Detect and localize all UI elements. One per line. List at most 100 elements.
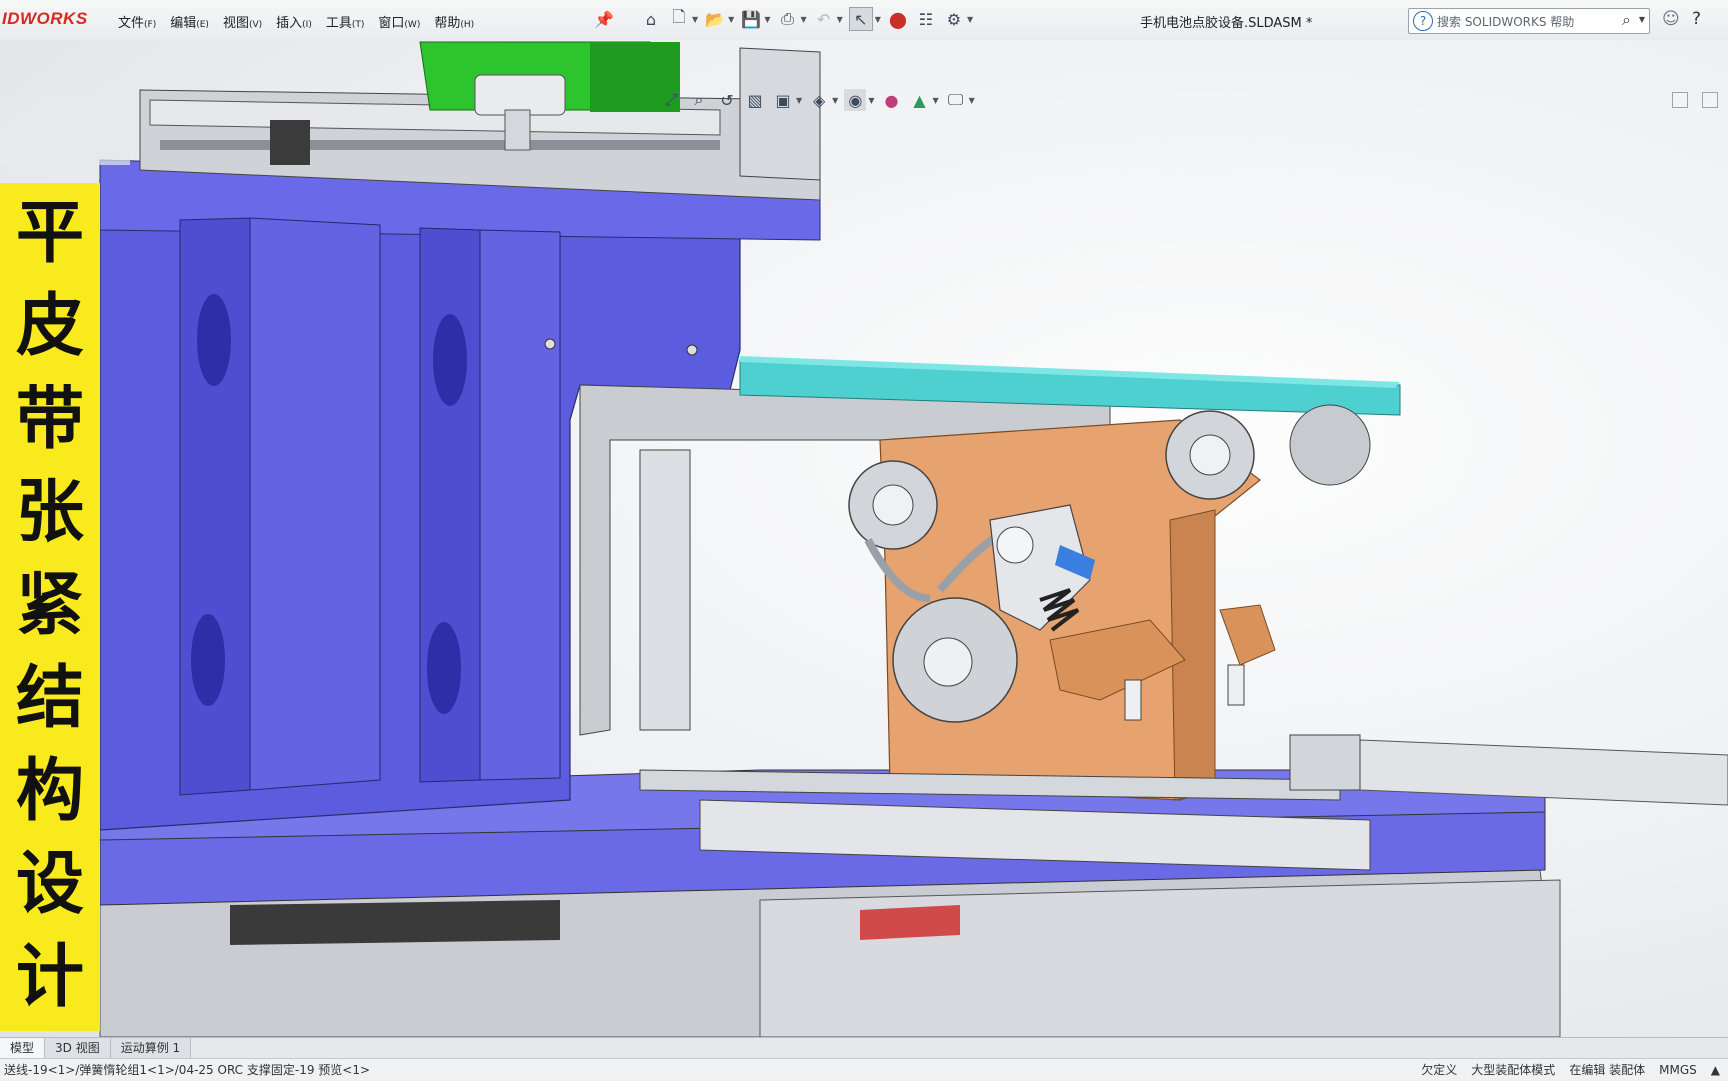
display-style-dropdown-icon[interactable]: ▼ [832, 96, 838, 105]
print-icon[interactable]: ⎙ [776, 8, 798, 30]
bolt-hole [433, 314, 467, 406]
status-large-assembly: 大型装配体模式 [1471, 1063, 1556, 1077]
file-properties-icon[interactable]: ☷ [915, 8, 937, 30]
zoom-area-icon[interactable]: ⌕ [688, 89, 710, 111]
undo-icon[interactable]: ↶ [813, 8, 835, 30]
select-dropdown-icon[interactable]: ▼ [875, 15, 881, 24]
caption-char: 设 [15, 845, 84, 924]
stop-block [1219, 604, 1276, 666]
rebuild-traffic-light-icon[interactable]: ⬤ [887, 8, 909, 30]
view-settings-dropdown-icon[interactable]: ▼ [969, 96, 975, 105]
menu-file[interactable]: 文件(F) [118, 12, 156, 31]
options-dropdown-icon[interactable]: ▼ [967, 15, 973, 24]
green-block-stem [504, 109, 531, 151]
status-editing: 在编辑 装配体 [1569, 1063, 1646, 1077]
feature-manager-flyout[interactable] [0, 95, 130, 165]
open-folder-icon[interactable]: 📂 [704, 8, 726, 30]
help-icon[interactable]: ? [1692, 9, 1701, 29]
gray-frame-inner [639, 449, 691, 731]
home-icon[interactable]: ⌂ [640, 8, 662, 30]
idler-pulley-left-hub [872, 484, 914, 526]
caption-char: 构 [15, 752, 84, 831]
view-orientation-dropdown-icon[interactable]: ▼ [796, 96, 802, 105]
caption-char: 结 [15, 659, 84, 738]
search-input[interactable]: 搜索 SOLIDWORKS 帮助 [1437, 13, 1574, 30]
solidworks-logo[interactable]: IDWORKS [0, 9, 88, 31]
display-style-icon[interactable]: ◈ [808, 89, 830, 111]
status-bar: 送线-19<1>/弹簧惰轮组1<1>/04-25 ORC 支撑固定-19 预览<… [0, 1058, 1728, 1081]
hide-show-dropdown-icon[interactable]: ▼ [868, 96, 874, 105]
rail-block [270, 120, 310, 165]
heads-up-view-toolbar: ⤢ ⌕ ↺ ▧ ▣ ▼ ◈ ▼ ◉ ▼ ● ▲ ▼ 🖵 ▼ [660, 86, 975, 114]
status-selection-path: 送线-19<1>/弹簧惰轮组1<1>/04-25 ORC 支撑固定-19 预览<… [4, 1063, 371, 1077]
bolt-hole [191, 614, 225, 706]
assembly-model[interactable] [0, 40, 1728, 1037]
units-up-icon[interactable]: ▲ [1711, 1059, 1720, 1081]
options-gear-icon[interactable]: ⚙ [943, 8, 965, 30]
menu-help[interactable]: 帮助(H) [434, 12, 474, 31]
caption-char: 带 [15, 380, 84, 459]
idler-pulley-right-hub [1189, 434, 1231, 476]
caption-char: 皮 [15, 287, 84, 366]
tension-arm-pivot [996, 526, 1034, 564]
menu-view[interactable]: 视图(V) [223, 12, 262, 31]
status-underdefined: 欠定义 [1421, 1063, 1458, 1077]
previous-view-icon[interactable]: ↺ [716, 89, 738, 111]
menu-edit[interactable]: 编辑(E) [170, 12, 209, 31]
caption-char: 紧 [15, 566, 84, 645]
graphics-area[interactable]: ⤢ ⌕ ↺ ▧ ▣ ▼ ◈ ▼ ◉ ▼ ● ▲ ▼ 🖵 ▼ 平 皮 带 张 紧 结 构 设… [0, 40, 1728, 1037]
search-dropdown-icon[interactable]: ▼ [1639, 15, 1645, 24]
maximize-window-icon[interactable] [1702, 92, 1718, 108]
view-settings-icon[interactable]: 🖵 [945, 89, 967, 111]
view-orientation-icon[interactable]: ▣ [772, 89, 794, 111]
menu-insert[interactable]: 插入(I) [276, 12, 312, 31]
rib-2-side [479, 229, 561, 781]
search-icon[interactable]: ⌕ [1622, 10, 1631, 30]
help-search[interactable]: ? 搜索 SOLIDWORKS 帮助 ⌕ ▼ [1408, 8, 1650, 34]
pin-icon[interactable]: 📌 [594, 10, 614, 29]
open-dropdown-icon[interactable]: ▼ [728, 15, 734, 24]
new-document-icon[interactable]: 🗋 [668, 7, 690, 30]
new-dropdown-icon[interactable]: ▼ [692, 15, 698, 24]
menu-window[interactable]: 窗口(W) [378, 12, 420, 31]
scene-dropdown-icon[interactable]: ▼ [932, 96, 938, 105]
drive-band-red [860, 905, 960, 940]
green-block-bracket [474, 74, 566, 116]
rib-1-side [249, 217, 381, 791]
guide-pin [1124, 679, 1142, 721]
menu-bar: 文件(F) 编辑(E) 视图(V) 插入(I) 工具(T) 窗口(W) 帮助(H… [118, 12, 474, 31]
rail-slot [160, 140, 720, 150]
save-icon[interactable]: 💾 [740, 8, 762, 30]
tab-model[interactable]: 模型 [0, 1038, 46, 1058]
edit-appearance-icon[interactable]: ● [880, 89, 902, 111]
drive-band [230, 900, 560, 945]
hide-show-items-icon[interactable]: ◉ [844, 89, 867, 111]
select-arrow-icon[interactable]: ↖ [848, 7, 873, 31]
drive-pulley-hub [923, 637, 973, 687]
menu-tools[interactable]: 工具(T) [326, 12, 365, 31]
tab-3d-views[interactable]: 3D 视图 [45, 1038, 111, 1058]
zoom-to-fit-icon[interactable]: ⤢ [660, 89, 682, 111]
lower-block [759, 879, 1561, 1037]
title-bar: IDWORKS 文件(F) 编辑(E) 视图(V) 插入(I) 工具(T) 窗口… [0, 0, 1728, 41]
screw [544, 338, 556, 350]
print-dropdown-icon[interactable]: ▼ [800, 15, 806, 24]
guide-pin [1227, 664, 1245, 706]
standard-toolbar: ⌂ 🗋 ▼ 📂 ▼ 💾 ▼ ⎙ ▼ ↶ ▼ ↖ ▼ ⬤ ☷ ⚙ ▼ [640, 6, 973, 32]
save-dropdown-icon[interactable]: ▼ [764, 15, 770, 24]
bolt-hole [197, 294, 231, 386]
screw [686, 344, 698, 356]
title-caption: 平 皮 带 张 紧 结 构 设 计 [0, 183, 100, 1031]
cylinder-end [739, 47, 821, 181]
model-tabs: 模型 3D 视图 运动算例 1 [0, 1037, 1728, 1058]
bolt-hole [427, 622, 461, 714]
units-button[interactable]: MMGS [1659, 1059, 1697, 1081]
section-view-icon[interactable]: ▧ [744, 89, 766, 111]
restore-window-icon[interactable] [1672, 92, 1688, 108]
help-question-icon: ? [1413, 11, 1433, 31]
apply-scene-icon[interactable]: ▲ [908, 89, 930, 111]
undo-dropdown-icon[interactable]: ▼ [837, 15, 843, 24]
tab-motion-study[interactable]: 运动算例 1 [110, 1038, 192, 1058]
right-support [1289, 734, 1361, 791]
user-account-icon[interactable]: ☺ [1662, 9, 1680, 29]
